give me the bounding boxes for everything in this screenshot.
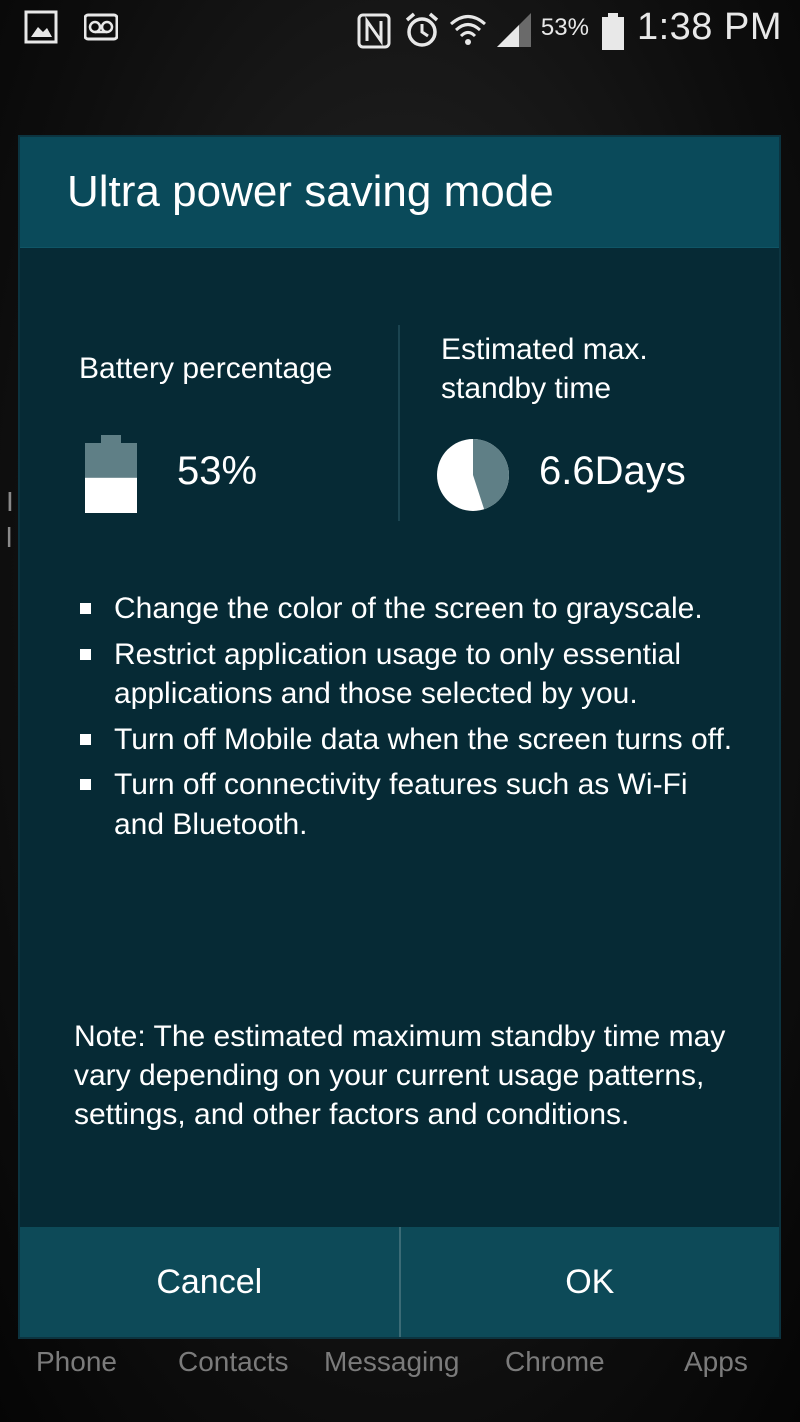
restrictions-list: Change the color of the screen to graysc… — [20, 589, 779, 850]
standby-time-label-line1: Estimated max. — [441, 333, 648, 366]
list-item: Restrict application usage to only essen… — [20, 635, 779, 714]
bullet-icon — [80, 648, 91, 660]
nfc-icon — [357, 11, 391, 48]
list-item: Turn off connectivity features such as W… — [20, 765, 779, 844]
gallery-icon — [24, 10, 58, 44]
list-item-text: Turn off Mobile data when the screen tur… — [114, 722, 733, 756]
dialog-button-bar: Cancel OK — [20, 1227, 779, 1337]
cancel-button[interactable]: Cancel — [20, 1227, 399, 1337]
dock-item-apps[interactable]: Apps — [684, 1346, 748, 1378]
bullet-icon — [80, 779, 91, 790]
standby-time-label-line2: standby time — [441, 372, 612, 405]
dialog-title: Ultra power saving mode — [67, 167, 554, 216]
dock-item-messaging[interactable]: Messaging — [324, 1346, 459, 1378]
battery-percentage-value: 53% — [177, 449, 258, 493]
dock-item-phone[interactable]: Phone — [36, 1346, 117, 1378]
standby-note: Note: The estimated maximum standby time… — [74, 1020, 726, 1131]
screen: I l 53% 1:38 PM Ultra power saving mode … — [0, 0, 800, 1422]
dock-item-chrome[interactable]: Chrome — [505, 1346, 605, 1378]
list-item-text: Restrict application usage to only essen… — [114, 637, 681, 711]
bullet-icon — [80, 733, 91, 745]
status-battery-percent: 53% — [540, 13, 589, 41]
battery-icon — [601, 11, 625, 50]
dialog-header: Ultra power saving mode — [20, 137, 779, 248]
dock-item-contacts[interactable]: Contacts — [178, 1346, 289, 1378]
alarm-icon — [403, 11, 439, 47]
ultra-power-saving-dialog: Ultra power saving mode Battery percenta… — [20, 137, 779, 1337]
standby-time-value: 6.6Days — [539, 449, 686, 493]
background-text-fragment: l — [6, 522, 13, 553]
signal-icon — [495, 11, 531, 47]
background-text-fragment: I — [6, 486, 14, 517]
list-item: Turn off Mobile data when the screen tur… — [20, 720, 779, 760]
home-dock: Phone Contacts Messaging Chrome Apps — [0, 1340, 800, 1400]
list-item-text: Change the color of the screen to graysc… — [114, 592, 703, 625]
standby-pie-icon — [436, 438, 510, 512]
list-item-text: Turn off connectivity features such as W… — [114, 768, 688, 841]
battery-percentage-label: Battery percentage — [79, 352, 333, 385]
bullet-icon — [80, 603, 91, 614]
stats-panel: Battery percentage 53% Estimated max. st… — [20, 325, 779, 521]
voicemail-icon — [83, 10, 119, 44]
stats-divider — [398, 325, 400, 521]
status-time: 1:38 PM — [636, 6, 782, 48]
ok-button[interactable]: OK — [401, 1227, 780, 1337]
wifi-icon — [449, 11, 486, 45]
battery-level-icon — [83, 435, 139, 513]
list-item: Change the color of the screen to graysc… — [20, 589, 779, 629]
status-bar: 53% 1:38 PM — [0, 0, 800, 58]
